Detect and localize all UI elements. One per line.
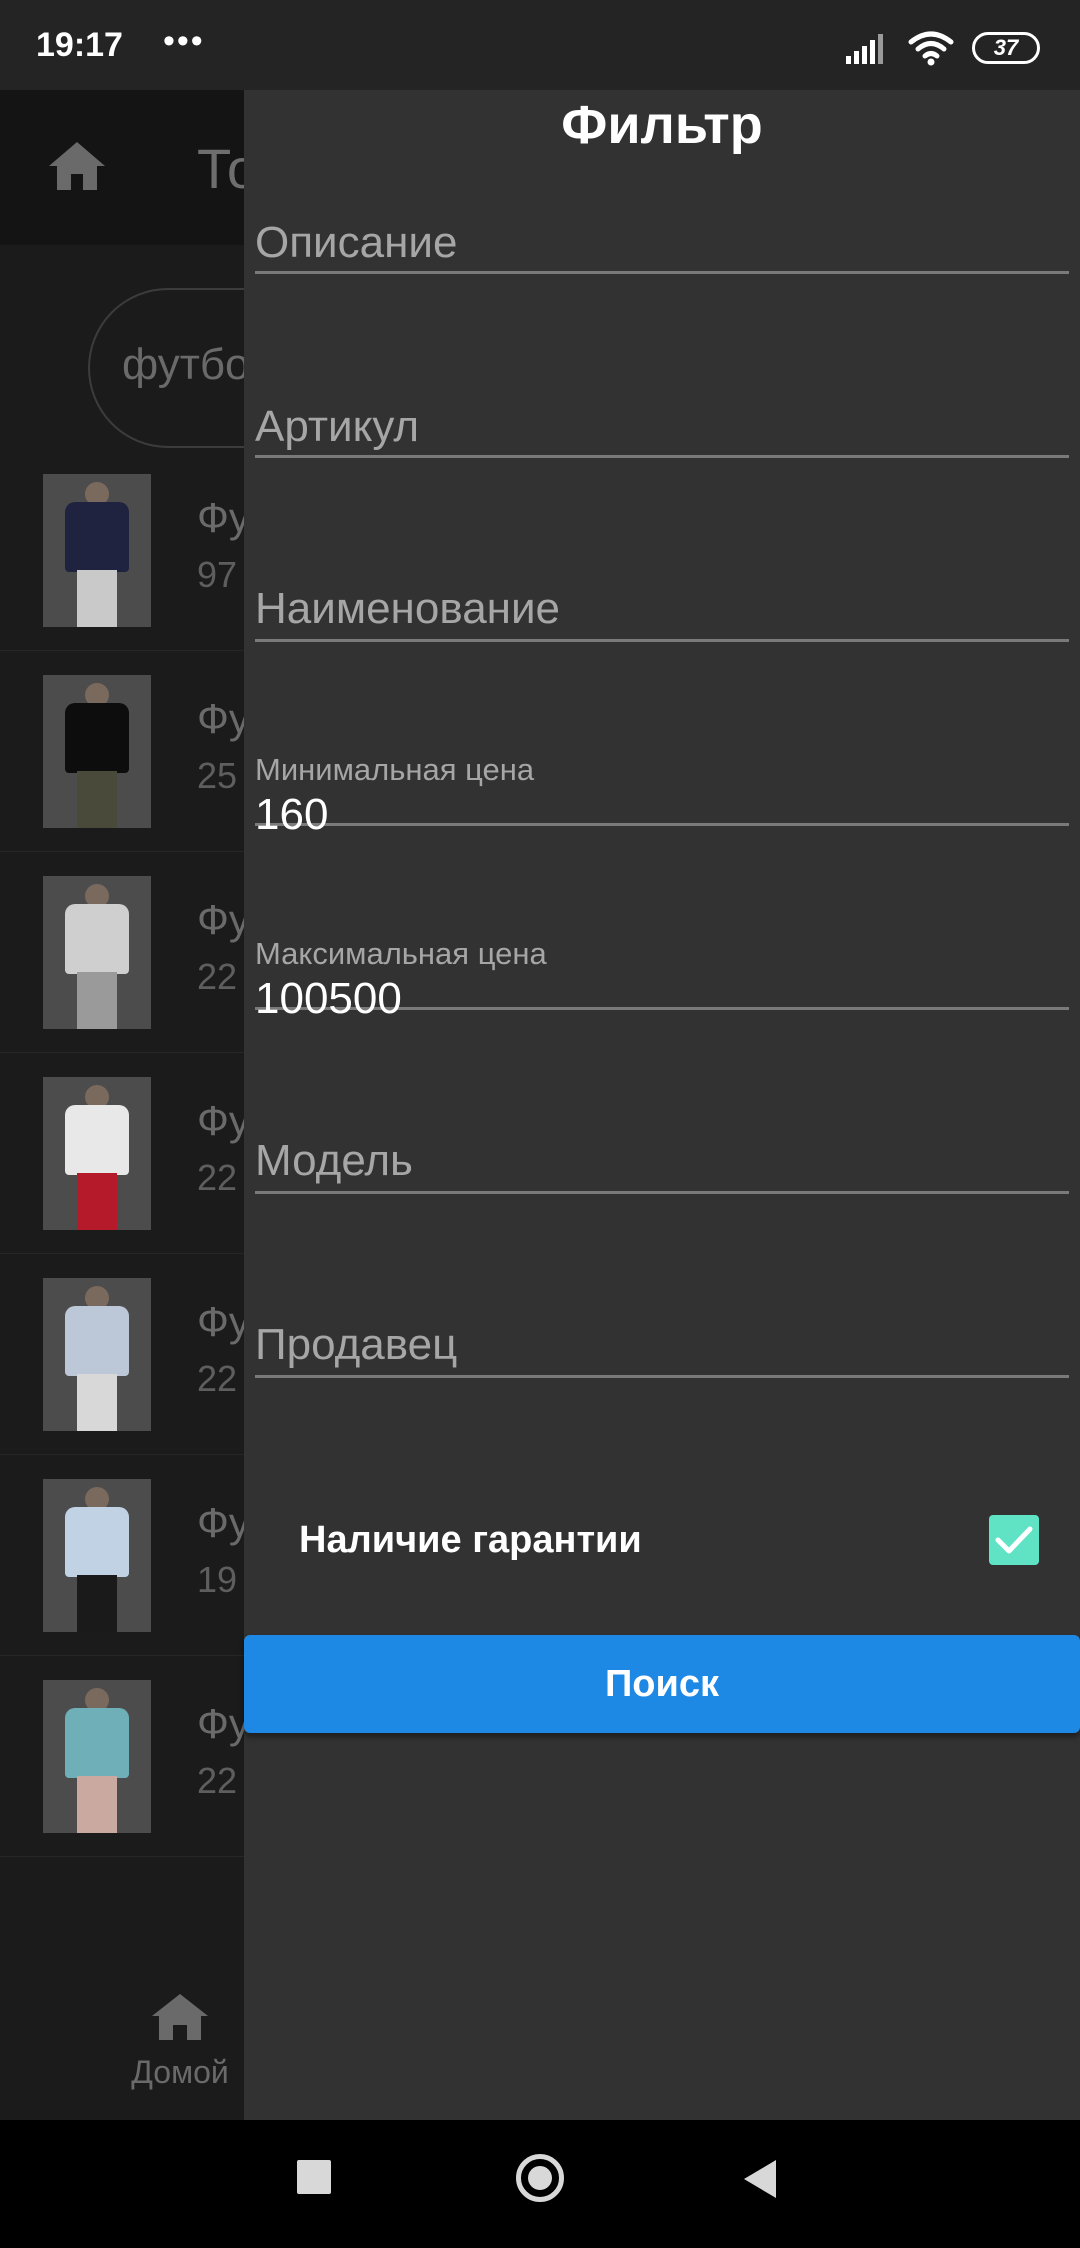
warranty-checkbox[interactable]	[989, 1515, 1039, 1565]
description-field[interactable]: Описание	[255, 90, 1069, 274]
status-time: 19:17	[36, 26, 123, 64]
check-icon	[995, 1526, 1033, 1554]
product-name: Фу	[197, 1700, 250, 1747]
bottom-nav: Домой	[0, 1970, 250, 2120]
seller-placeholder: Продавец	[255, 1320, 458, 1369]
battery-icon: 37	[972, 32, 1040, 64]
product-name: Фу	[197, 494, 250, 541]
tshirt-shape	[65, 1306, 129, 1376]
product-name: Фу	[197, 896, 250, 943]
product-price: 22	[197, 1760, 238, 1801]
product-name: Фу	[197, 1499, 250, 1546]
home-icon[interactable]	[47, 140, 107, 192]
product-price: 22	[197, 1358, 238, 1399]
name-placeholder: Наименование	[255, 584, 561, 633]
name-field[interactable]: Наименование	[255, 458, 1069, 642]
max-price-label: Максимальная цена	[255, 936, 547, 971]
max-price-field[interactable]: Максимальная цена 100500	[255, 826, 1069, 1023]
model-legs	[77, 771, 117, 828]
model-legs	[77, 1173, 117, 1230]
product-image	[43, 474, 151, 627]
model-legs	[77, 1776, 117, 1833]
product-name: Фу	[197, 695, 250, 742]
wifi-icon	[908, 31, 954, 66]
product-image	[43, 1479, 151, 1632]
description-placeholder: Описание	[255, 218, 458, 267]
model-legs	[77, 570, 117, 627]
product-image	[43, 1077, 151, 1230]
search-button[interactable]: Поиск	[244, 1635, 1080, 1733]
product-price: 22	[197, 1157, 238, 1198]
tshirt-shape	[65, 1708, 129, 1778]
model-field[interactable]: Модель	[255, 1010, 1069, 1194]
filter-drawer: Фильтр Описание Артикул Наименование Мин…	[244, 90, 1080, 2120]
article-placeholder: Артикул	[255, 402, 420, 451]
product-price: 22	[197, 956, 238, 997]
product-name: Фу	[197, 1298, 250, 1345]
system-nav-bar	[0, 2120, 1080, 2248]
model-legs	[77, 1575, 117, 1632]
status-icons: 37	[846, 28, 1040, 68]
product-name: Фу	[197, 1097, 250, 1144]
tshirt-shape	[65, 1507, 129, 1577]
search-input-value: футбо	[122, 340, 250, 389]
warranty-row[interactable]: Наличие гарантии	[299, 1497, 1039, 1587]
home-nav-icon[interactable]	[150, 1992, 210, 2042]
recents-icon[interactable]	[297, 2160, 331, 2194]
notification-dots-icon: •••	[163, 22, 205, 60]
min-price-label: Минимальная цена	[255, 752, 535, 787]
article-field[interactable]: Артикул	[255, 274, 1069, 458]
product-price: 25	[197, 755, 238, 796]
product-image	[43, 1680, 151, 1833]
model-legs	[77, 972, 117, 1029]
model-legs	[77, 1374, 117, 1431]
tshirt-shape	[65, 904, 129, 974]
product-price: 97	[197, 554, 238, 595]
tshirt-shape	[65, 1105, 129, 1175]
product-image	[43, 876, 151, 1029]
seller-field[interactable]: Продавец	[255, 1194, 1069, 1378]
model-placeholder: Модель	[255, 1136, 413, 1185]
back-icon[interactable]	[744, 2160, 776, 2198]
home-circle-icon[interactable]	[516, 2154, 564, 2202]
warranty-label: Наличие гарантии	[299, 1519, 642, 1561]
signal-icon	[846, 34, 883, 64]
tshirt-shape	[65, 703, 129, 773]
min-price-field[interactable]: Минимальная цена 160	[255, 642, 1069, 839]
tshirt-shape	[65, 502, 129, 572]
product-price: 19	[197, 1559, 238, 1600]
product-image	[43, 675, 151, 828]
status-bar: 19:17 ••• 37	[0, 0, 1080, 90]
product-image	[43, 1278, 151, 1431]
